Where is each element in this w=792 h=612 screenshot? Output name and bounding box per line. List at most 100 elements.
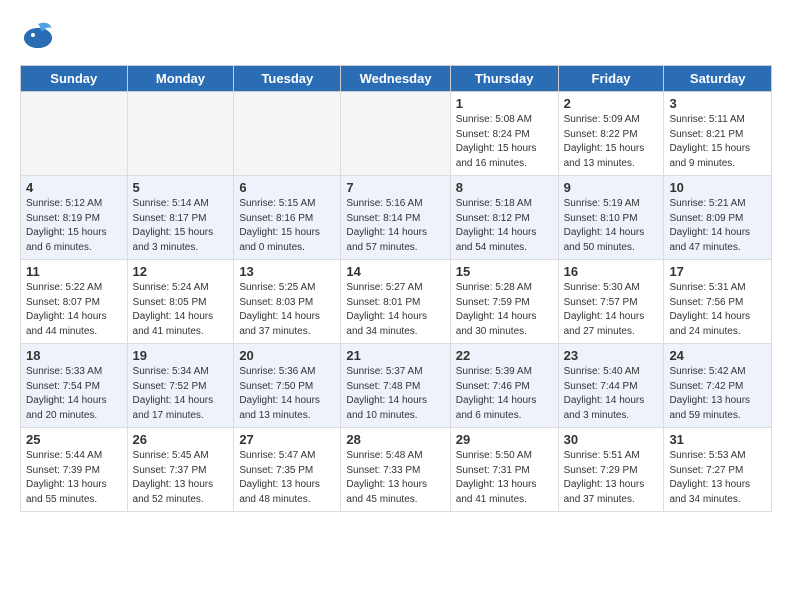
day-info: Sunrise: 5:45 AMSunset: 7:37 PMDaylight:… xyxy=(133,449,229,507)
day-info: Sunrise: 5:30 AMSunset: 7:57 PMDaylight:… xyxy=(564,281,659,339)
calendar-week-1: 1 Sunrise: 5:08 AMSunset: 8:24 PMDaylight… xyxy=(21,92,772,176)
calendar-cell xyxy=(234,92,341,176)
day-number: 20 xyxy=(239,348,335,363)
calendar-cell: 7Sunrise: 5:16 AMSunset: 8:14 PMDaylight… xyxy=(341,176,450,260)
calendar-cell: 23 Sunrise: 5:40 AMSunset: 7:44 PMDayligh… xyxy=(558,344,664,428)
day-number: 24 xyxy=(669,348,766,363)
day-number: 11 xyxy=(26,264,122,279)
calendar-cell: 2Sunrise: 5:09 AMSunset: 8:22 PMDaylight… xyxy=(558,92,664,176)
day-info: Sunrise: 5:40 AMSunset: 7:44 PMDaylight:… xyxy=(564,365,659,423)
calendar-cell: 12 Sunrise: 5:24 AMSunset: 8:05 PMDayligh… xyxy=(127,260,234,344)
weekday-header-monday: Monday xyxy=(127,66,234,92)
calendar-cell: 8 Sunrise: 5:18 AMSunset: 8:12 PMDaylight… xyxy=(450,176,558,260)
calendar-cell: 19 Sunrise: 5:34 AMSunset: 7:52 PMDayligh… xyxy=(127,344,234,428)
calendar-table: SundayMondayTuesdayWednesdayThursdayFrid… xyxy=(20,65,772,512)
day-number: 25 xyxy=(26,432,122,447)
calendar-cell: 21 Sunrise: 5:37 AMSunset: 7:48 PMDayligh… xyxy=(341,344,450,428)
calendar-cell: 3 Sunrise: 5:11 AMSunset: 8:21 PMDaylight… xyxy=(664,92,772,176)
day-number: 8 xyxy=(456,180,553,195)
calendar-week-2: 4 Sunrise: 5:12 AMSunset: 8:19 PMDaylight… xyxy=(21,176,772,260)
day-info: Sunrise: 5:39 AMSunset: 7:46 PMDaylight:… xyxy=(456,365,553,423)
day-info: Sunrise: 5:31 AMSunset: 7:56 PMDaylight:… xyxy=(669,281,766,339)
day-number: 16 xyxy=(564,264,659,279)
weekday-header-friday: Friday xyxy=(558,66,664,92)
page-header xyxy=(20,16,772,57)
calendar-cell: 16 Sunrise: 5:30 AMSunset: 7:57 PMDayligh… xyxy=(558,260,664,344)
day-info: Sunrise: 5:34 AMSunset: 7:52 PMDaylight:… xyxy=(133,365,229,423)
logo-icon xyxy=(20,16,56,57)
calendar-cell: 14 Sunrise: 5:27 AMSunset: 8:01 PMDayligh… xyxy=(341,260,450,344)
day-number: 3 xyxy=(669,96,766,111)
day-info: Sunrise: 5:33 AMSunset: 7:54 PMDaylight:… xyxy=(26,365,122,423)
weekday-header-wednesday: Wednesday xyxy=(341,66,450,92)
day-number: 28 xyxy=(346,432,444,447)
day-number: 12 xyxy=(133,264,229,279)
calendar-cell: 1 Sunrise: 5:08 AMSunset: 8:24 PMDaylight… xyxy=(450,92,558,176)
day-number: 18 xyxy=(26,348,122,363)
calendar-cell: 29Sunrise: 5:50 AMSunset: 7:31 PMDayligh… xyxy=(450,428,558,512)
calendar-cell: 4 Sunrise: 5:12 AMSunset: 8:19 PMDaylight… xyxy=(21,176,128,260)
day-info: Sunrise: 5:22 AMSunset: 8:07 PMDaylight:… xyxy=(26,281,122,339)
calendar-cell: 28 Sunrise: 5:48 AMSunset: 7:33 PMDayligh… xyxy=(341,428,450,512)
day-number: 4 xyxy=(26,180,122,195)
weekday-header-thursday: Thursday xyxy=(450,66,558,92)
calendar-cell xyxy=(127,92,234,176)
day-number: 2 xyxy=(564,96,659,111)
calendar-cell: 5 Sunrise: 5:14 AMSunset: 8:17 PMDaylight… xyxy=(127,176,234,260)
calendar-week-5: 25 Sunrise: 5:44 AMSunset: 7:39 PMDayligh… xyxy=(21,428,772,512)
calendar-cell: 9Sunrise: 5:19 AMSunset: 8:10 PMDaylight… xyxy=(558,176,664,260)
calendar-cell: 25 Sunrise: 5:44 AMSunset: 7:39 PMDayligh… xyxy=(21,428,128,512)
calendar-cell: 20 Sunrise: 5:36 AMSunset: 7:50 PMDayligh… xyxy=(234,344,341,428)
day-number: 10 xyxy=(669,180,766,195)
calendar-cell: 26 Sunrise: 5:45 AMSunset: 7:37 PMDayligh… xyxy=(127,428,234,512)
day-info: Sunrise: 5:44 AMSunset: 7:39 PMDaylight:… xyxy=(26,449,122,507)
day-number: 19 xyxy=(133,348,229,363)
logo xyxy=(20,16,58,57)
day-info: Sunrise: 5:27 AMSunset: 8:01 PMDaylight:… xyxy=(346,281,444,339)
weekday-header-saturday: Saturday xyxy=(664,66,772,92)
page-container: SundayMondayTuesdayWednesdayThursdayFrid… xyxy=(0,0,792,528)
weekday-header-sunday: Sunday xyxy=(21,66,128,92)
calendar-cell: 31Sunrise: 5:53 AMSunset: 7:27 PMDayligh… xyxy=(664,428,772,512)
day-info: Sunrise: 5:36 AMSunset: 7:50 PMDaylight:… xyxy=(239,365,335,423)
calendar-cell xyxy=(21,92,128,176)
day-info: Sunrise: 5:24 AMSunset: 8:05 PMDaylight:… xyxy=(133,281,229,339)
calendar-cell: 22Sunrise: 5:39 AMSunset: 7:46 PMDayligh… xyxy=(450,344,558,428)
day-info: Sunrise: 5:47 AMSunset: 7:35 PMDaylight:… xyxy=(239,449,335,507)
day-info: Sunrise: 5:11 AMSunset: 8:21 PMDaylight:… xyxy=(669,113,766,171)
calendar-cell: 17 Sunrise: 5:31 AMSunset: 7:56 PMDayligh… xyxy=(664,260,772,344)
day-info: Sunrise: 5:21 AMSunset: 8:09 PMDaylight:… xyxy=(669,197,766,255)
day-info: Sunrise: 5:12 AMSunset: 8:19 PMDaylight:… xyxy=(26,197,122,255)
day-number: 14 xyxy=(346,264,444,279)
calendar-cell: 30Sunrise: 5:51 AMSunset: 7:29 PMDayligh… xyxy=(558,428,664,512)
day-info: Sunrise: 5:15 AMSunset: 8:16 PMDaylight:… xyxy=(239,197,335,255)
day-number: 30 xyxy=(564,432,659,447)
weekday-header-tuesday: Tuesday xyxy=(234,66,341,92)
calendar-cell: 27 Sunrise: 5:47 AMSunset: 7:35 PMDayligh… xyxy=(234,428,341,512)
day-number: 26 xyxy=(133,432,229,447)
calendar-cell: 18 Sunrise: 5:33 AMSunset: 7:54 PMDayligh… xyxy=(21,344,128,428)
day-number: 5 xyxy=(133,180,229,195)
day-number: 21 xyxy=(346,348,444,363)
day-number: 27 xyxy=(239,432,335,447)
day-number: 9 xyxy=(564,180,659,195)
day-info: Sunrise: 5:14 AMSunset: 8:17 PMDaylight:… xyxy=(133,197,229,255)
calendar-cell: 6 Sunrise: 5:15 AMSunset: 8:16 PMDaylight… xyxy=(234,176,341,260)
calendar-cell: 11 Sunrise: 5:22 AMSunset: 8:07 PMDayligh… xyxy=(21,260,128,344)
day-number: 17 xyxy=(669,264,766,279)
day-info: Sunrise: 5:48 AMSunset: 7:33 PMDaylight:… xyxy=(346,449,444,507)
day-number: 6 xyxy=(239,180,335,195)
day-info: Sunrise: 5:25 AMSunset: 8:03 PMDaylight:… xyxy=(239,281,335,339)
day-info: Sunrise: 5:37 AMSunset: 7:48 PMDaylight:… xyxy=(346,365,444,423)
calendar-week-3: 11 Sunrise: 5:22 AMSunset: 8:07 PMDayligh… xyxy=(21,260,772,344)
day-info: Sunrise: 5:42 AMSunset: 7:42 PMDaylight:… xyxy=(669,365,766,423)
calendar-cell: 13Sunrise: 5:25 AMSunset: 8:03 PMDayligh… xyxy=(234,260,341,344)
day-number: 23 xyxy=(564,348,659,363)
day-info: Sunrise: 5:18 AMSunset: 8:12 PMDaylight:… xyxy=(456,197,553,255)
calendar-cell: 24 Sunrise: 5:42 AMSunset: 7:42 PMDayligh… xyxy=(664,344,772,428)
day-number: 1 xyxy=(456,96,553,111)
calendar-week-4: 18 Sunrise: 5:33 AMSunset: 7:54 PMDayligh… xyxy=(21,344,772,428)
day-number: 15 xyxy=(456,264,553,279)
day-info: Sunrise: 5:08 AMSunset: 8:24 PMDaylight:… xyxy=(456,113,553,171)
day-info: Sunrise: 5:53 AMSunset: 7:27 PMDaylight:… xyxy=(669,449,766,507)
